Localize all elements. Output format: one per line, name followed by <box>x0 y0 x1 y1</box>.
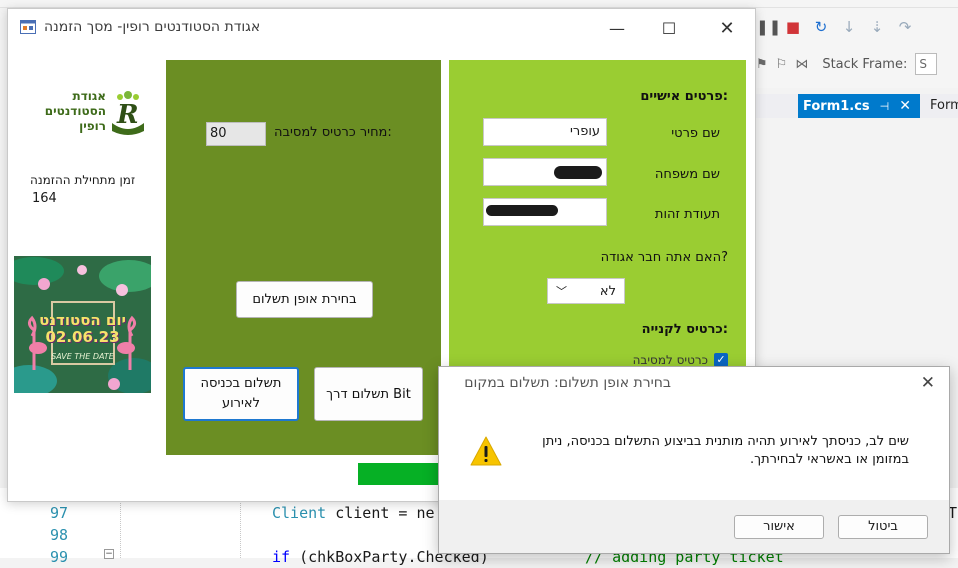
personal-details-title: פרטים אישיים: <box>640 89 728 104</box>
payment-panel: מחיר כרטיס למסיבה: 80 בחירת אופן תשלום ת… <box>166 60 441 455</box>
tab-label: Form1.cs <box>803 98 870 114</box>
close-icon[interactable]: ✕ <box>712 17 742 41</box>
dialog-footer: אישור ביטול <box>439 500 949 553</box>
maximize-icon[interactable]: ☐ <box>654 17 684 41</box>
student-union-logo: אגודת הסטודנטים רופין R <box>20 79 152 149</box>
minimize-icon[interactable]: — <box>602 17 632 41</box>
pin-icon[interactable]: ⊣ <box>880 100 890 113</box>
left-column: אגודת הסטודנטים רופין R זמן מתחילת ההזמנ… <box>8 49 166 501</box>
dialog-message-line: שים לב, כניסתך לאירוע תהיה מותנית בביצוע… <box>542 434 909 449</box>
ticket-price-label: מחיר כרטיס למסיבה: <box>274 125 392 140</box>
id-number-field[interactable] <box>483 198 607 226</box>
first-name-field[interactable]: עופרי <box>483 118 607 146</box>
member-question-label: האם אתה חבר אגודה? <box>600 250 728 265</box>
ide-top-strip <box>0 0 958 8</box>
pay-at-entry-button[interactable]: תשלום בכניסה לאירוע <box>183 367 299 421</box>
threads-icon[interactable]: ⋈ <box>795 57 808 72</box>
stack-frame-dropdown[interactable]: S <box>915 53 938 75</box>
line-number: 98 <box>49 526 68 544</box>
tab-form[interactable]: Form <box>924 94 958 118</box>
poster-title-text: יום הסטודנט <box>39 311 126 329</box>
flag-filter-icon[interactable]: ⚐ <box>776 57 788 72</box>
progress-fill <box>358 463 439 485</box>
order-progress-bar <box>358 463 448 485</box>
tickets-title: כרטיס לקנייה: <box>641 322 728 337</box>
ok-button[interactable]: אישור <box>734 515 824 539</box>
line-number: 99 <box>49 548 68 566</box>
ticket-price-field: 80 <box>206 122 266 146</box>
id-number-label: תעודת זהות <box>654 207 720 222</box>
poster-title: יום הסטודנט 02.06.23 <box>14 312 151 346</box>
payment-message-dialog: בחירת אופן תשלום: תשלום במקום ✕ שים לב, … <box>438 366 950 554</box>
dialog-message: שים לב, כניסתך לאירוע תהיה מותנית בביצוע… <box>542 433 909 469</box>
dialog-title: בחירת אופן תשלום: תשלום במקום <box>464 375 671 391</box>
tab-form1-cs[interactable]: Form1.cs ⊣ ✕ <box>798 94 920 118</box>
pause-icon[interactable]: ❚❚ <box>756 18 781 36</box>
logo-emblem-icon: R <box>112 91 144 135</box>
first-name-label: שם פרטי <box>671 126 720 141</box>
logo-text-line: רופין <box>79 119 106 133</box>
code-text: Client client = ne <box>272 504 435 522</box>
party-ticket-checkbox-row[interactable]: כרטיס למסיבה ✓ <box>633 353 728 367</box>
logo-text-line: אגודת <box>72 89 106 103</box>
step-out-icon[interactable]: ↷ <box>896 18 914 36</box>
party-ticket-label: כרטיס למסיבה <box>632 353 708 367</box>
warning-icon <box>470 436 502 466</box>
redaction-mark <box>486 205 558 216</box>
step-over-icon[interactable]: ↓ <box>840 18 858 36</box>
last-name-label: שם משפחה <box>654 167 720 182</box>
code-keyword-token: if <box>272 548 291 566</box>
svg-text:R: R <box>116 100 139 130</box>
poster-subtitle: SAVE THE DATE <box>51 352 114 361</box>
logo-text: אגודת הסטודנטים רופין <box>45 89 106 134</box>
poster-date: 02.06.23 <box>45 328 120 346</box>
party-ticket-checkbox[interactable]: ✓ <box>714 353 728 367</box>
ide-document-tabs: Form1.cs ⊣ ✕ Form <box>756 94 958 118</box>
pay-with-bit-button[interactable]: תשלום דרך Bit <box>314 367 423 421</box>
line-number: 97 <box>49 504 68 522</box>
close-tab-icon[interactable]: ✕ <box>899 98 911 114</box>
window-title: אגודת הסטודנטים רופין- מסך הזמנה <box>44 19 261 35</box>
dialog-message-line: במזומן או באשראי לבחירתך. <box>749 452 909 467</box>
event-poster-image: יום הסטודנט 02.06.23 SAVE THE DATE <box>14 256 151 393</box>
app-form-icon <box>20 20 36 34</box>
order-start-value: 164 <box>32 191 57 206</box>
flag-icon[interactable]: ⚑ <box>756 57 768 72</box>
last-name-field[interactable] <box>483 158 607 186</box>
stop-icon[interactable]: ■ <box>784 18 802 36</box>
redaction-mark <box>554 166 602 179</box>
close-icon[interactable]: ✕ <box>921 373 935 393</box>
code-type-token: Client <box>272 504 327 522</box>
cancel-button[interactable]: ביטול <box>838 515 928 539</box>
ide-debug-toolbar: ❚❚ ■ ↻ ↓ ⇣ ↷ ⚑ ⚐ ⋈ Stack Frame: S <box>756 8 958 88</box>
step-into-icon[interactable]: ⇣ <box>868 18 886 36</box>
chevron-down-icon: ﹀ <box>556 285 567 298</box>
logo-text-line: הסטודנטים <box>44 104 106 118</box>
member-dropdown[interactable]: ﹀ לא <box>547 278 625 304</box>
restart-icon[interactable]: ↻ <box>812 18 830 36</box>
stack-frame-label: Stack Frame: <box>822 56 908 72</box>
member-dropdown-value: לא <box>599 283 616 299</box>
choose-payment-button[interactable]: בחירת אופן תשלום <box>236 281 373 318</box>
order-start-label: זמן מתחילת ההזמנה <box>30 173 136 187</box>
title-bar[interactable]: אגודת הסטודנטים רופין- מסך הזמנה — ☐ ✕ <box>8 9 755 49</box>
